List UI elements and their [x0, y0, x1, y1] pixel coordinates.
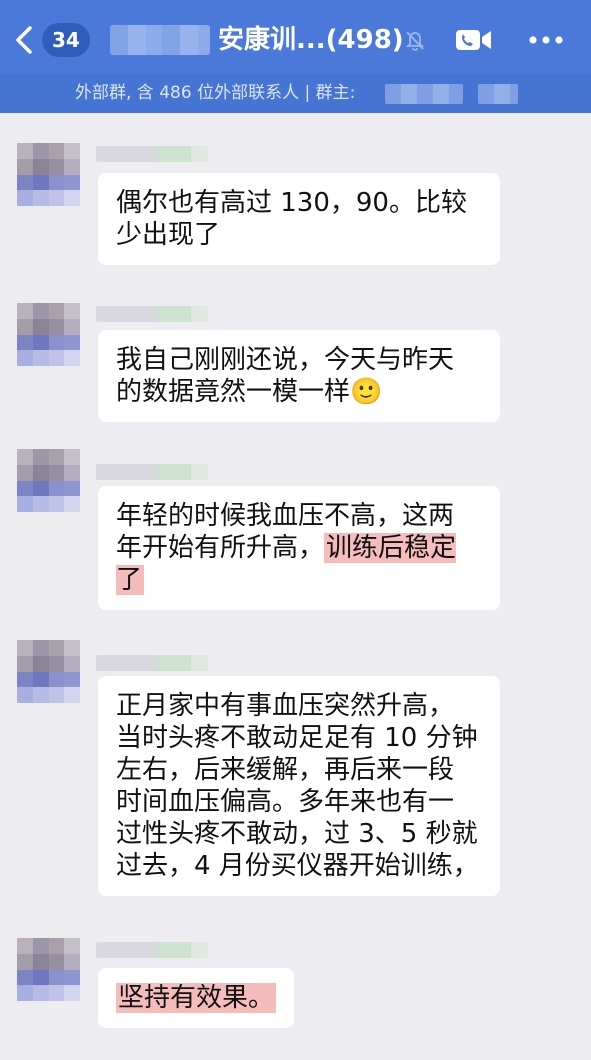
message-bubble[interactable]: 正月家中有事血压突然升高， 当时头疼不敢动足足有 10 分钟 左右，后来缓解，再… — [98, 676, 500, 896]
group-info-bar[interactable]: 外部群, 含 486 位外部联系人 | 群主: — [0, 74, 591, 113]
more-dots-icon[interactable] — [528, 32, 564, 46]
chevron-left-icon[interactable] — [10, 22, 40, 58]
blurred-group-name — [110, 25, 210, 55]
blurred-sender-name — [96, 655, 208, 671]
message-bubble[interactable]: 坚持有效果。 — [98, 968, 295, 1028]
avatar[interactable] — [17, 449, 80, 512]
avatar[interactable] — [17, 640, 80, 703]
video-call-icon[interactable] — [455, 26, 493, 54]
blurred-sender-name — [96, 942, 208, 958]
message-bubble[interactable]: 偶尔也有高过 130，90。比较 少出现了 — [98, 173, 500, 265]
blurred-sender-name — [96, 306, 208, 322]
message-bubble[interactable]: 年轻的时候我血压不高，这两 年开始有所升高，训练后稳定 了 — [98, 486, 500, 610]
unread-count-badge[interactable]: 34 — [42, 23, 90, 57]
avatar[interactable] — [17, 938, 80, 1001]
blurred-sender-name — [96, 146, 208, 162]
bell-slash-icon — [404, 28, 426, 52]
avatar[interactable] — [17, 143, 80, 206]
chat-title[interactable]: 安康训...(498) — [218, 22, 404, 58]
chat-header: 34 安康训...(498) 外部群, 含 486 位外部联系人 | 群主: — [0, 0, 591, 113]
avatar[interactable] — [17, 303, 80, 366]
group-info-text: 外部群, 含 486 位外部联系人 | 群主: — [75, 83, 356, 103]
message-bubble[interactable]: 我自己刚刚还说，今天与昨天 的数据竟然一模一样🙂 — [98, 330, 500, 422]
blurred-sender-name — [96, 464, 208, 480]
highlighted-text: 坚持有效果。 — [116, 983, 277, 1013]
blurred-owner-name — [478, 84, 518, 104]
blurred-owner-name — [385, 84, 463, 104]
